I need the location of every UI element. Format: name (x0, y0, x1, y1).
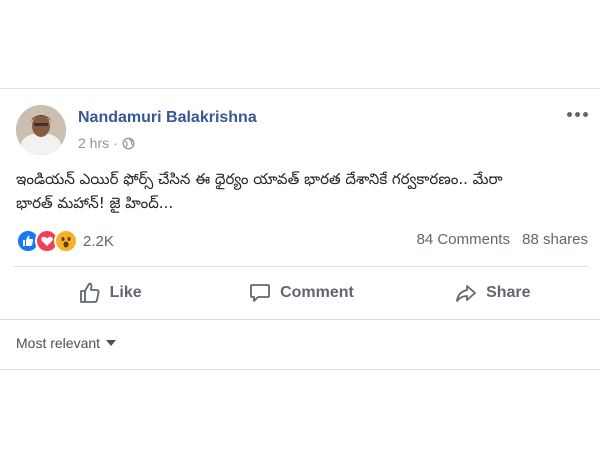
post-actions: Like Comment Share (14, 269, 588, 317)
share-label: Share (486, 284, 531, 301)
globe-icon[interactable] (122, 137, 135, 150)
divider (0, 319, 600, 320)
comment-icon (250, 284, 270, 302)
profile-photo (16, 105, 66, 155)
comment-label: Comment (280, 284, 354, 301)
post-text-line: ఇండియన్ ఎయిర్ ఫోర్స్ చేసిన ఈ ధైర్యం యావత… (16, 170, 503, 188)
meta-separator: · (113, 135, 118, 151)
post-timestamp[interactable]: 2 hrs (78, 135, 109, 151)
engagement-counts: 84 Comments 88 shares (409, 231, 588, 248)
dot-icon (566, 111, 572, 117)
share-button[interactable]: Share (397, 269, 588, 317)
facebook-post: Nandamuri Balakrishna 2 hrs · ఇండియన్ ఎయ… (0, 88, 600, 370)
caret-down-icon (106, 340, 117, 346)
more-options-button[interactable] (564, 105, 590, 123)
divider (14, 266, 588, 267)
comment-sort-dropdown[interactable]: Most relevant (16, 335, 117, 351)
thumbs-up-icon (79, 282, 100, 303)
reactions-summary[interactable]: 2.2K (16, 229, 114, 253)
dot-icon (574, 111, 580, 117)
post-author-name[interactable]: Nandamuri Balakrishna (78, 109, 257, 127)
comment-button[interactable]: Comment (205, 269, 396, 317)
reaction-count[interactable]: 2.2K (83, 233, 114, 250)
wow-reaction-icon (54, 229, 78, 253)
avatar[interactable] (16, 105, 66, 155)
post-text-line[interactable]: భారత్ మహాన్! జై హింద్... (16, 191, 586, 215)
share-icon (456, 285, 476, 302)
dot-icon (582, 111, 588, 117)
shares-count-link[interactable]: 88 shares (522, 231, 588, 248)
comments-count-link[interactable]: 84 Comments (417, 231, 510, 248)
like-label: Like (109, 284, 142, 301)
comment-sort-label: Most relevant (16, 335, 101, 351)
like-button[interactable]: Like (14, 269, 205, 317)
post-meta: 2 hrs · (78, 135, 135, 151)
post-text: ఇండియన్ ఎయిర్ ఫోర్స్ చేసిన ఈ ధైర్యం యావత… (16, 167, 586, 215)
